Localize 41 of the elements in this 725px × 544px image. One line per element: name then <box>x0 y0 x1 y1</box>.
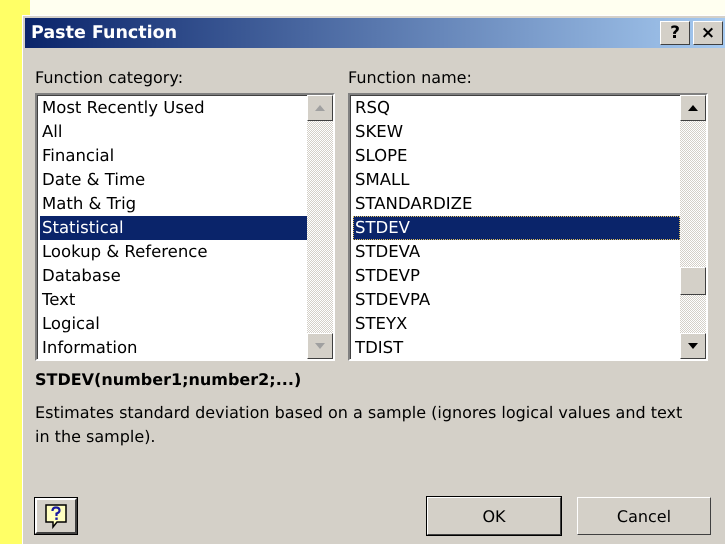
cancel-button[interactable]: Cancel <box>577 497 711 535</box>
list-item[interactable]: Statistical <box>40 216 307 240</box>
list-item[interactable]: STEYX <box>353 312 680 336</box>
scroll-thumb[interactable] <box>680 267 706 295</box>
up-arrow-icon <box>314 104 326 112</box>
down-arrow-icon <box>687 342 699 350</box>
list-item[interactable]: Financial <box>40 144 307 168</box>
list-item[interactable]: Text <box>40 288 307 312</box>
scroll-up-button[interactable] <box>680 95 706 121</box>
list-item[interactable]: Lookup & Reference <box>40 240 307 264</box>
list-label: Function category: <box>35 68 184 87</box>
scrollbar[interactable] <box>680 95 706 359</box>
help-button[interactable] <box>35 498 77 534</box>
down-arrow-icon <box>314 342 326 350</box>
help-bubble-icon <box>44 503 68 529</box>
scroll-down-button[interactable] <box>680 333 706 359</box>
list-item[interactable]: STDEVA <box>353 240 680 264</box>
list-item[interactable]: Database <box>40 264 307 288</box>
list-item[interactable]: TDIST <box>353 336 680 359</box>
window-title: Paste Function <box>31 23 178 43</box>
list-item[interactable]: SLOPE <box>353 144 680 168</box>
list-item[interactable]: Math & Trig <box>40 192 307 216</box>
list-label: Function name: <box>348 68 473 87</box>
list-item[interactable]: RSQ <box>353 96 680 120</box>
list-item[interactable]: SMALL <box>353 168 680 192</box>
list-item[interactable]: SKEW <box>353 120 680 144</box>
help-button[interactable]: ? <box>660 21 690 45</box>
function-description: Estimates standard deviation based on a sample (ignores logical values and text in the sample). <box>35 402 684 448</box>
up-arrow-icon <box>687 104 699 112</box>
list-item[interactable]: All <box>40 120 307 144</box>
list-item[interactable]: Date & Time <box>40 168 307 192</box>
list-item[interactable]: Logical <box>40 312 307 336</box>
ok-button[interactable]: OK <box>427 497 561 535</box>
list-item[interactable]: STANDARDIZE <box>353 192 680 216</box>
function-syntax: STDEV(number1;number2;...) <box>35 370 302 389</box>
list-item[interactable]: Most Recently Used <box>40 96 307 120</box>
list-item[interactable]: Information <box>40 336 307 359</box>
list-item[interactable]: STDEV <box>353 216 680 240</box>
list-item[interactable]: STDEVPA <box>353 288 680 312</box>
list-item[interactable]: STDEVP <box>353 264 680 288</box>
close-button[interactable]: × <box>693 21 723 45</box>
